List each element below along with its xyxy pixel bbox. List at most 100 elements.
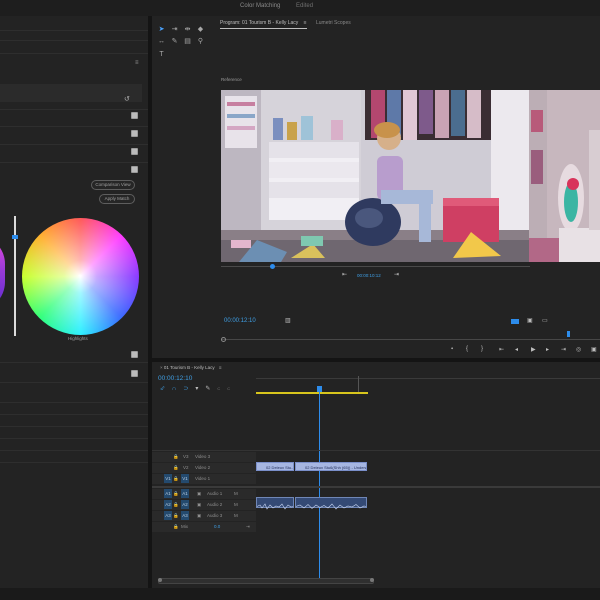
av-divider (152, 486, 600, 488)
timeline-tab[interactable]: × 01 Tourism B - Kelly Lacy ≡ (160, 365, 222, 370)
program-playhead[interactable] (567, 331, 570, 337)
go-to-out-icon[interactable]: ⇥ (561, 346, 566, 353)
time-ruler[interactable] (256, 378, 600, 379)
lock-icon[interactable]: 🔒 (173, 513, 179, 519)
comparison-toggle-icon[interactable] (511, 319, 519, 324)
source-patch-a1[interactable]: A1 (164, 489, 172, 498)
tab-lumetri-scopes[interactable]: Lumetri Scopes (316, 20, 351, 26)
selection-tool-icon[interactable]: ➤ (157, 25, 166, 34)
snap-icon[interactable]: ∩ (172, 386, 183, 392)
track-v3-id[interactable]: V3 (183, 454, 189, 459)
lock-icon[interactable]: 🔒 (173, 476, 179, 482)
lock-icon[interactable]: 🔒 (173, 491, 179, 497)
in-point-handle[interactable] (221, 337, 226, 342)
reference-timecode[interactable]: 00:00:10:12 (357, 273, 381, 278)
step-back-icon[interactable]: ◂ (515, 346, 518, 353)
captions-icon[interactable]: CC (217, 386, 237, 391)
ref-step-back-icon[interactable]: ⇤ (342, 271, 347, 278)
program-timecode[interactable]: 00:00:12:10 (224, 318, 256, 324)
mute-a2-button[interactable]: M (234, 502, 238, 507)
razor-tool-icon[interactable]: ◆ (196, 25, 205, 34)
lock-icon[interactable]: 🔒 (173, 502, 179, 508)
enable-checkbox-1[interactable] (131, 112, 138, 119)
go-to-in-icon[interactable]: ⇤ (499, 346, 504, 353)
enable-checkbox-4[interactable] (131, 166, 138, 173)
app-title: Color Matching (240, 3, 281, 9)
play-icon[interactable]: ▶ (531, 346, 536, 353)
track-a1-id[interactable]: A1 (181, 489, 189, 498)
track-a2-id[interactable]: A2 (181, 500, 189, 509)
camera-icon[interactable]: ▣ (591, 346, 597, 353)
timeline-timecode[interactable]: 00:00:12:10 (158, 375, 192, 382)
nest-icon[interactable]: ⬃ (160, 386, 172, 392)
type-tool-icon[interactable]: T (157, 50, 166, 59)
mix-value[interactable]: 0.0 (214, 524, 220, 529)
timeline-scrollbar[interactable] (158, 578, 374, 584)
timeline-tab-menu-icon[interactable]: ≡ (219, 365, 222, 370)
hand-tool-icon[interactable]: ▤ (183, 37, 192, 46)
program-scrubber[interactable] (221, 339, 600, 340)
marker-icon[interactable]: ⬩ (451, 346, 453, 353)
audio-clip-2[interactable] (295, 497, 367, 510)
wheel-slider-track[interactable] (14, 216, 16, 336)
audio-clip-1[interactable] (256, 497, 294, 510)
ripple-edit-icon[interactable]: ⇹ (183, 25, 192, 34)
mark-out-icon[interactable]: } (481, 346, 483, 352)
panel-menu-icon[interactable]: ≡ (135, 60, 139, 66)
enable-checkbox-5[interactable] (131, 351, 138, 358)
mute-a3-button[interactable]: M (234, 513, 238, 518)
mic-icon[interactable]: ▣ (197, 491, 201, 497)
section-header[interactable] (0, 84, 142, 102)
track-select-icon[interactable]: ⇥ (170, 25, 179, 34)
close-icon[interactable]: × (160, 365, 163, 370)
comparison-view-button[interactable]: Comparison View (91, 180, 135, 190)
side-by-side-icon[interactable]: ▣ (527, 317, 533, 324)
ref-step-forward-icon[interactable]: ⇥ (394, 271, 399, 278)
track-a1-label: Audio 1 (207, 491, 223, 496)
timeline-playhead-line[interactable] (319, 392, 320, 578)
shadows-color-wheel[interactable] (0, 235, 5, 311)
mic-icon[interactable]: ▣ (197, 502, 201, 508)
go-to-end-icon[interactable]: ⇥ (246, 524, 250, 530)
tab-program[interactable]: Program: 01 Tourism B - Kelly Lacy ≡ (220, 20, 307, 29)
lock-icon[interactable]: 🔒 (173, 465, 179, 471)
source-patch-v1[interactable]: V1 (164, 474, 172, 483)
fit-icon[interactable]: ▥ (285, 317, 291, 324)
video-clip-1[interactable]: 02 Deleux Stu... (256, 462, 294, 471)
enable-checkbox-6[interactable] (131, 370, 138, 377)
settings-icon[interactable]: ✎ (205, 386, 217, 392)
step-forward-icon[interactable]: ▸ (546, 346, 549, 353)
enable-checkbox-3[interactable] (131, 148, 138, 155)
zoom-tool-icon[interactable]: ⚲ (196, 37, 205, 46)
slip-tool-icon[interactable]: ↔ (157, 37, 166, 46)
track-v2-label: Video 2 (195, 465, 211, 470)
mute-a1-button[interactable]: M (234, 491, 238, 496)
add-marker-icon[interactable]: ▾ (195, 386, 205, 392)
mic-icon[interactable]: ▣ (197, 513, 201, 519)
wheel-crosshair-icon: + (78, 273, 83, 280)
work-area-bar[interactable] (256, 392, 368, 394)
wheel-slider-handle[interactable] (12, 235, 18, 239)
export-frame-icon[interactable]: ◎ (576, 346, 581, 353)
enable-checkbox-2[interactable] (131, 130, 138, 137)
reset-icon[interactable]: ↺ (124, 95, 130, 103)
tab-program-menu-icon[interactable]: ≡ (304, 20, 307, 26)
lock-icon[interactable]: 🔒 (173, 454, 179, 460)
lock-icon[interactable]: 🔒 (173, 524, 179, 530)
track-a3-id[interactable]: A3 (181, 511, 189, 520)
reference-scrubber[interactable] (221, 266, 530, 267)
track-v1-id[interactable]: V1 (181, 474, 189, 483)
linked-icon[interactable]: ⊃ (183, 386, 195, 392)
source-patch-a3[interactable]: A3 (164, 511, 172, 520)
video-clip-2[interactable]: 02 Deleux Stu6(Shh (65)) - Underwatch (295, 462, 367, 471)
scroll-handle-right[interactable] (370, 578, 374, 582)
track-v2-id[interactable]: V2 (183, 465, 189, 470)
split-view-icon[interactable]: ▭ (542, 317, 548, 324)
scroll-handle-left[interactable] (158, 578, 162, 582)
track-a3-label: Audio 3 (207, 513, 223, 518)
reference-playhead[interactable] (270, 264, 275, 269)
pen-tool-icon[interactable]: ✎ (170, 37, 179, 46)
source-patch-a2[interactable]: A2 (164, 500, 172, 509)
mark-in-icon[interactable]: { (466, 346, 468, 352)
apply-match-button[interactable]: Apply Match (99, 194, 135, 204)
